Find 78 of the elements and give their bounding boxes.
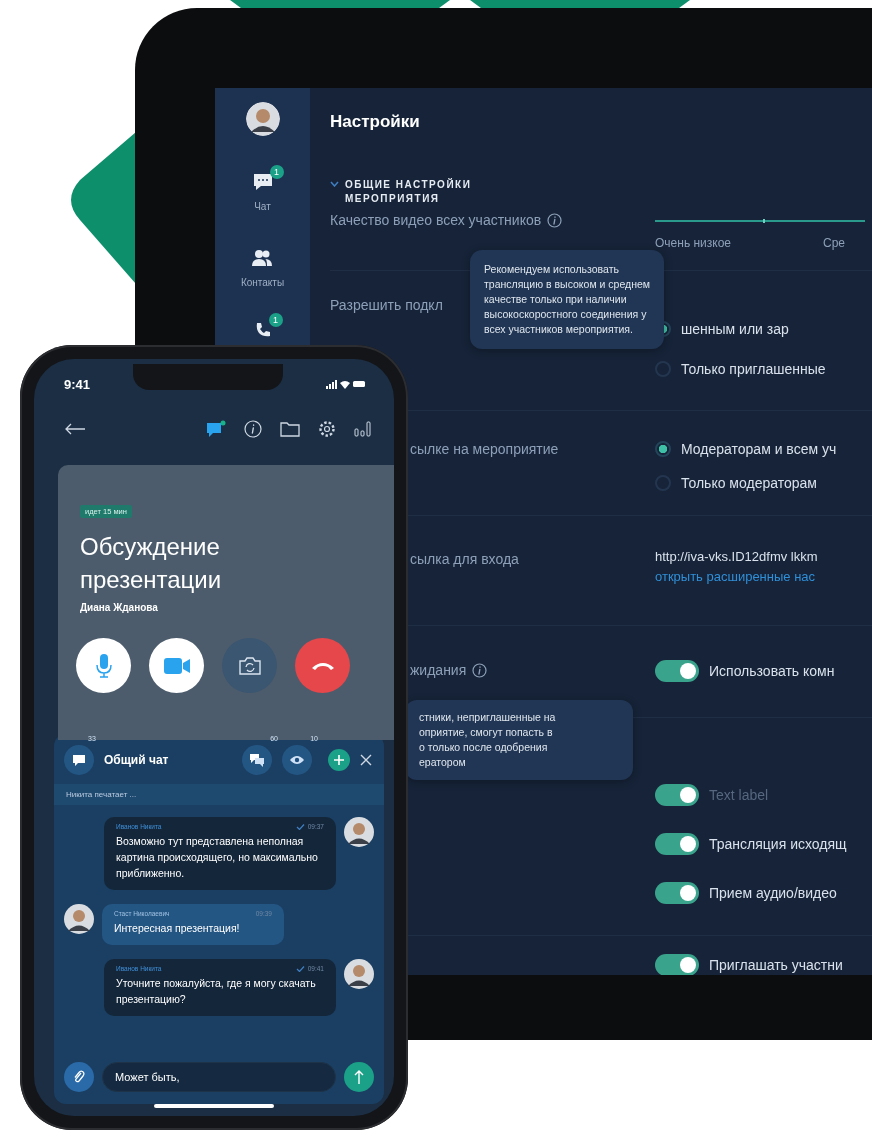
unread-badge: 1: [268, 313, 283, 327]
page-title: Настройки: [330, 112, 421, 133]
section-header[interactable]: ОБЩИЕ НАСТРОЙКИ МЕРОПРИЯТИЯ: [330, 178, 520, 210]
chat-button[interactable]: [64, 745, 94, 775]
chat-title: Общий чат: [104, 753, 170, 767]
radio-option[interactable]: Только модераторам: [655, 473, 872, 493]
hang-up-button[interactable]: [295, 638, 350, 693]
avatar[interactable]: [245, 102, 280, 136]
checkmark-icon: [295, 823, 305, 830]
avatar: [64, 904, 94, 934]
status-icons: [326, 379, 366, 389]
info-icon[interactable]: [547, 213, 563, 228]
toggle-label: Трансляция исходящ: [709, 836, 847, 852]
settings-link[interactable]: открыть расширенные нас: [655, 569, 872, 584]
toggle-switch[interactable]: [655, 954, 699, 975]
toggle-label: Приглашать участни: [709, 957, 843, 973]
info-icon[interactable]: [472, 663, 488, 678]
close-icon[interactable]: [360, 754, 372, 766]
contacts-icon: [251, 249, 274, 267]
microphone-button[interactable]: [76, 638, 131, 693]
attach-button[interactable]: [64, 1062, 94, 1092]
message-input[interactable]: Может быть,: [102, 1062, 336, 1092]
back-arrow-icon[interactable]: [64, 423, 86, 435]
avatar: [344, 817, 374, 847]
add-button[interactable]: [328, 749, 350, 771]
paperclip-icon: [73, 1070, 85, 1084]
scale-label: Сре: [823, 236, 845, 250]
plus-icon: [334, 755, 344, 765]
toggle-label: Text label: [709, 787, 769, 803]
message-text: Интересная презентация!: [114, 921, 241, 936]
call-title: Обсуждение презентации: [80, 532, 222, 595]
chat-icon: [252, 173, 273, 191]
link-url: http://iva-vks.ID12dfmv lkkm: [655, 549, 819, 564]
viewers-button[interactable]: [282, 745, 312, 775]
radio-button[interactable]: [655, 441, 671, 457]
host-name: Диана Жданова: [80, 602, 158, 613]
scale-label: Очень низкое: [655, 236, 732, 250]
setting-label: Качество видео всех участников: [330, 211, 542, 230]
setting-label: сылке на мероприятие: [410, 440, 559, 459]
toggle-label: Прием аудио/видео: [709, 885, 837, 901]
unread-badge: 1: [269, 165, 284, 179]
camera-rotate-icon: [237, 655, 262, 676]
checkmark-icon: [295, 965, 305, 972]
threads-button[interactable]: [242, 745, 272, 775]
radio-option[interactable]: Только приглашенные: [655, 359, 872, 379]
setting-label: сылка для входа: [410, 550, 519, 569]
chat-icon: [72, 753, 86, 767]
typing-indicator: Никита печатает ...: [54, 784, 384, 805]
message-text: Уточните пожалуйста, где я могу скачать презентацию?: [116, 976, 317, 1007]
hang-up-icon: [310, 660, 335, 671]
toggle-switch[interactable]: [655, 833, 699, 855]
radio-button[interactable]: [655, 361, 671, 377]
setting-label: жидания: [410, 661, 467, 680]
video-camera-icon: [163, 656, 190, 675]
radio-option[interactable]: Модераторам и всем уч: [655, 439, 872, 459]
arrow-up-icon: [354, 1070, 364, 1084]
chat-bubbles-icon: [249, 753, 265, 767]
toggle-switch[interactable]: [655, 882, 699, 904]
eye-icon: [289, 755, 305, 765]
avatar: [344, 959, 374, 989]
tooltip: стники, неприглашенные на оприятие, смогут попасть в о только после одобрения ератором: [405, 700, 633, 780]
toggle-switch[interactable]: [655, 660, 699, 682]
settings-icon[interactable]: [318, 420, 336, 438]
signal-bars-icon[interactable]: [354, 421, 372, 437]
send-button[interactable]: [344, 1062, 374, 1092]
toggle-switch[interactable]: [655, 784, 699, 806]
camera-button[interactable]: [149, 638, 204, 693]
tooltip: Рекомендуем использовать трансляцию в высоком и среднем качестве только при наличии высокоскоростного соединения у всех участников мероприятия.: [470, 250, 664, 349]
sidebar-item[interactable]: Контакты: [228, 240, 297, 288]
sidebar-item[interactable]: 1 Чат: [240, 164, 285, 212]
message-text: Возможно тут представлена неполная картина происходящего, но максимально приближенно.: [116, 834, 319, 881]
info-icon[interactable]: [244, 420, 262, 438]
folder-icon[interactable]: [280, 421, 300, 437]
microphone-icon: [95, 653, 112, 678]
setting-label: Разрешить подкл: [330, 296, 443, 315]
toggle-label: Использовать комн: [709, 663, 835, 679]
chat-icon[interactable]: [206, 420, 226, 438]
status-time: 9:41: [64, 376, 91, 392]
